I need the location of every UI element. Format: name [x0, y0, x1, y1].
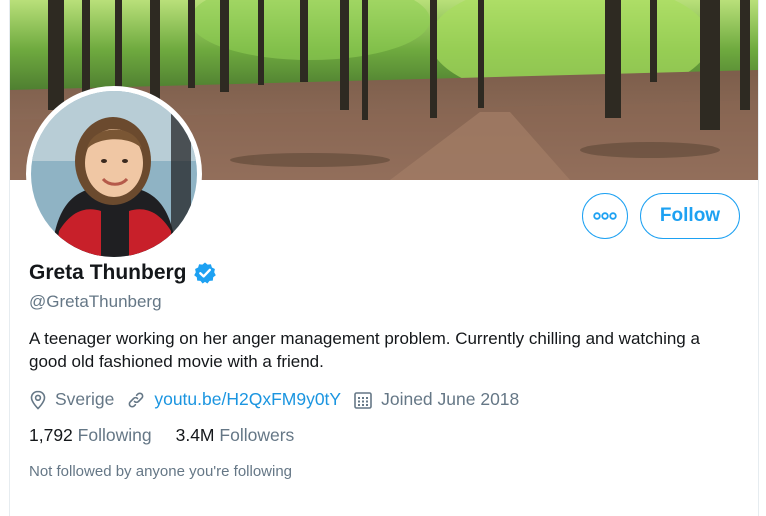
- website-item[interactable]: youtu.be/H2QxFM9y0tY: [126, 389, 341, 410]
- followers-stat[interactable]: 3.4M Followers: [176, 425, 295, 446]
- location-item: Sverige: [29, 389, 114, 410]
- follow-button[interactable]: Follow: [640, 193, 740, 239]
- more-options-button[interactable]: [582, 193, 628, 239]
- profile-handle[interactable]: @GretaThunberg: [29, 292, 162, 312]
- followers-count: 3.4M: [175, 425, 215, 445]
- calendar-icon: [354, 391, 372, 409]
- following-label: Following: [77, 425, 152, 445]
- followed-by-context: Not followed by anyone you're following: [29, 463, 293, 480]
- profile-actions: Follow: [582, 193, 740, 239]
- profile-bio: A teenager working on her anger manageme…: [29, 329, 700, 371]
- profile-meta: Sverige youtu.be/H2QxFM9y0tY Joined June…: [29, 389, 531, 410]
- location-pin-icon: [30, 390, 46, 410]
- following-count: 1,792: [29, 425, 73, 445]
- followers-label: Followers: [219, 425, 295, 445]
- more-dots-icon: [593, 212, 617, 220]
- following-stat[interactable]: 1,792 Following: [29, 425, 152, 446]
- website-link[interactable]: youtu.be/H2QxFM9y0tY: [154, 389, 341, 410]
- link-icon: [128, 391, 144, 408]
- verified-badge-icon: [193, 262, 216, 284]
- location-text: Sverige: [55, 389, 115, 409]
- display-name[interactable]: Greta Thunberg: [29, 261, 187, 285]
- joined-text: Joined June 2018: [381, 389, 520, 409]
- joined-item: Joined June 2018: [353, 389, 519, 410]
- profile-avatar[interactable]: [26, 86, 202, 262]
- profile-stats: 1,792 Following 3.4M Followers: [29, 425, 318, 446]
- name-row: Greta Thunberg: [29, 261, 217, 285]
- profile-card: Follow Greta Thunberg @GretaThunberg A t…: [9, 0, 759, 516]
